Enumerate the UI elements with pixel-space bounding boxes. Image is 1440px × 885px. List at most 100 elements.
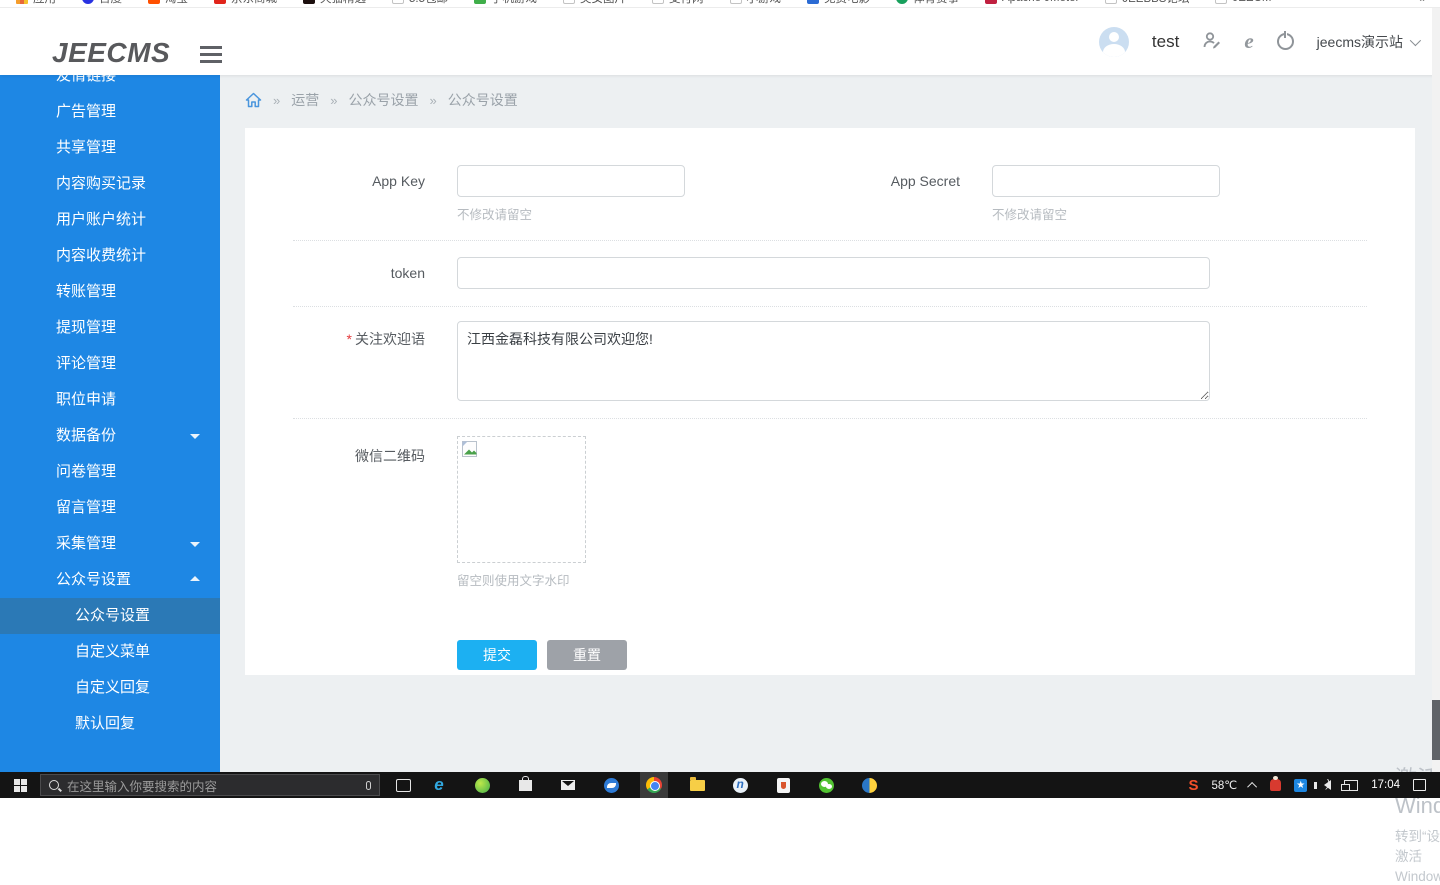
- taskbar-app-store[interactable]: [511, 772, 539, 798]
- mobile-game-icon: [474, 0, 486, 4]
- jeecms-logo: JEECMS: [52, 37, 170, 69]
- page-icon: [652, 0, 664, 4]
- required-asterisk: *: [347, 331, 352, 347]
- bookmark-item[interactable]: Apache JMeter: [985, 0, 1079, 4]
- bookmark-item[interactable]: 支付网: [652, 0, 704, 6]
- bookmark-item[interactable]: 5.5包邮: [392, 0, 448, 6]
- taskbar-app-360[interactable]: [468, 772, 496, 798]
- sidebar-item-job-application[interactable]: 职位申请: [0, 382, 220, 418]
- page-icon: [730, 0, 742, 4]
- tray-app-icon[interactable]: [1270, 779, 1281, 791]
- app-secret-input[interactable]: [992, 165, 1220, 197]
- store-icon: [519, 780, 532, 791]
- taskbar-app-wechat[interactable]: [812, 772, 840, 798]
- tray-expand-chevron-icon[interactable]: [1247, 781, 1257, 791]
- sidebar-subitem-custom-reply[interactable]: 自定义回复: [0, 670, 220, 706]
- bookmark-item[interactable]: 手机游戏: [474, 0, 537, 6]
- username-label: test: [1152, 32, 1179, 52]
- reset-button[interactable]: 重置: [547, 640, 627, 670]
- thunderbird-icon: [604, 778, 619, 793]
- bookmark-item[interactable]: 美女图片: [563, 0, 626, 6]
- profile-edit-icon[interactable]: [1202, 31, 1221, 52]
- start-button[interactable]: [0, 772, 40, 798]
- bookmark-item[interactable]: 天猫精选: [303, 0, 366, 6]
- sidebar-item-withdraw-management[interactable]: 提现管理: [0, 310, 220, 346]
- search-icon: [49, 780, 59, 790]
- task-view-icon[interactable]: [396, 779, 411, 792]
- taskbar-app-chrome[interactable]: [640, 772, 668, 798]
- baidu-icon: [82, 0, 94, 4]
- sidebar-item-friend-links[interactable]: 友情链接: [0, 75, 220, 94]
- sidebar-subitem-custom-menu[interactable]: 自定义菜单: [0, 634, 220, 670]
- taskbar-app-mail[interactable]: [554, 772, 582, 798]
- taskbar-search-box[interactable]: 在这里输入你要搜索的内容: [40, 774, 380, 796]
- power-logout-icon[interactable]: [1277, 33, 1294, 50]
- divider: [293, 418, 1367, 419]
- taskbar-app-cfan[interactable]: [855, 772, 883, 798]
- sidebar-item-content-purchase[interactable]: 内容购买记录: [0, 166, 220, 202]
- breadcrumb-crumb[interactable]: 公众号设置: [348, 90, 418, 110]
- taskbar-app-java[interactable]: [769, 772, 797, 798]
- taskbar-app-notes[interactable]: [726, 772, 754, 798]
- taskbar-app-explorer[interactable]: [683, 772, 711, 798]
- sidebar-subitem-wechat-settings[interactable]: 公众号设置: [0, 598, 220, 634]
- bookmark-item[interactable]: 京东商城: [214, 0, 277, 6]
- sidebar-item-message-management[interactable]: 留言管理: [0, 490, 220, 526]
- home-icon[interactable]: [245, 92, 262, 108]
- temperature-widget[interactable]: 58℃: [1212, 778, 1238, 792]
- bookmark-item[interactable]: 百度: [82, 0, 122, 6]
- breadcrumb-crumb[interactable]: 运营: [291, 90, 319, 110]
- sidebar-item-data-backup[interactable]: 数据备份: [0, 418, 220, 454]
- java-icon: [777, 778, 790, 793]
- sidebar-item-share-management[interactable]: 共享管理: [0, 130, 220, 166]
- bookmark-item[interactable]: 淘宝: [148, 0, 188, 6]
- taskbar-app-thunderbird[interactable]: [597, 772, 625, 798]
- sidebar-item-wechat-settings-group[interactable]: 公众号设置: [0, 562, 220, 598]
- tray-star-icon[interactable]: ★: [1294, 779, 1307, 792]
- breadcrumb-crumb[interactable]: 公众号设置: [448, 90, 518, 110]
- site-switcher[interactable]: jeecms演示站: [1317, 32, 1418, 52]
- browser-bookmarks-bar: 应用 百度 淘宝 京东商城 天猫精选 5.5包邮 手机游戏 美女图片 支付网: [0, 0, 1440, 8]
- bookmark-item[interactable]: 小游戏: [730, 0, 782, 6]
- bookmark-item[interactable]: 免费电影: [807, 0, 870, 6]
- qrcode-upload-box[interactable]: [457, 436, 586, 563]
- avatar[interactable]: [1099, 27, 1129, 57]
- sidebar-item-ad-management[interactable]: 广告管理: [0, 94, 220, 130]
- sidebar-item-user-account-stats[interactable]: 用户账户统计: [0, 202, 220, 238]
- bookmark-item[interactable]: 体育赛事: [896, 0, 959, 6]
- bookmark-item[interactable]: JEEBBS论坛: [1105, 0, 1189, 6]
- taskbar-app-edge[interactable]: e: [425, 772, 453, 798]
- sogou-icon[interactable]: S: [1188, 777, 1198, 794]
- ie-browser-icon[interactable]: e: [1244, 29, 1253, 54]
- bookmark-item[interactable]: 应用: [16, 0, 56, 6]
- cfan-icon: [862, 778, 877, 793]
- jd-icon: [214, 0, 226, 4]
- taskbar-clock[interactable]: 17:04: [1371, 779, 1400, 791]
- n-app-icon: [733, 778, 748, 793]
- scrollbar-thumb[interactable]: [1432, 700, 1440, 760]
- welcome-textarea[interactable]: 江西金磊科技有限公司欢迎您!: [457, 321, 1210, 401]
- edge-icon: e: [434, 775, 443, 795]
- app-header: JEECMS test e jeecms演示站: [0, 8, 1440, 75]
- folder-icon: [690, 780, 705, 791]
- app-key-input[interactable]: [457, 165, 685, 197]
- microphone-icon[interactable]: [366, 781, 371, 790]
- sidebar-item-collect-management[interactable]: 采集管理: [0, 526, 220, 562]
- token-input[interactable]: [457, 257, 1210, 289]
- submit-button[interactable]: 提交: [457, 640, 537, 670]
- bookmark-item[interactable]: JEECM: [1215, 0, 1271, 4]
- network-display-icon[interactable]: [1344, 780, 1358, 791]
- sidebar-item-comment-management[interactable]: 评论管理: [0, 346, 220, 382]
- bookmarks-overflow-chevron[interactable]: »: [1419, 0, 1426, 5]
- sidebar-item-transfer-management[interactable]: 转账管理: [0, 274, 220, 310]
- page-icon: [1215, 0, 1227, 4]
- volume-icon[interactable]: [1324, 780, 1331, 790]
- sidebar-subitem-default-reply[interactable]: 默认回复: [0, 706, 220, 742]
- vertical-scrollbar[interactable]: [1432, 8, 1440, 772]
- breadcrumb: » 运营 » 公众号设置 » 公众号设置: [245, 90, 518, 110]
- action-center-icon[interactable]: [1413, 779, 1426, 791]
- sidebar-item-survey-management[interactable]: 问卷管理: [0, 454, 220, 490]
- sidebar-item-content-fee-stats[interactable]: 内容收费统计: [0, 238, 220, 274]
- tmall-icon: [303, 0, 315, 4]
- hamburger-menu-icon[interactable]: [200, 46, 222, 67]
